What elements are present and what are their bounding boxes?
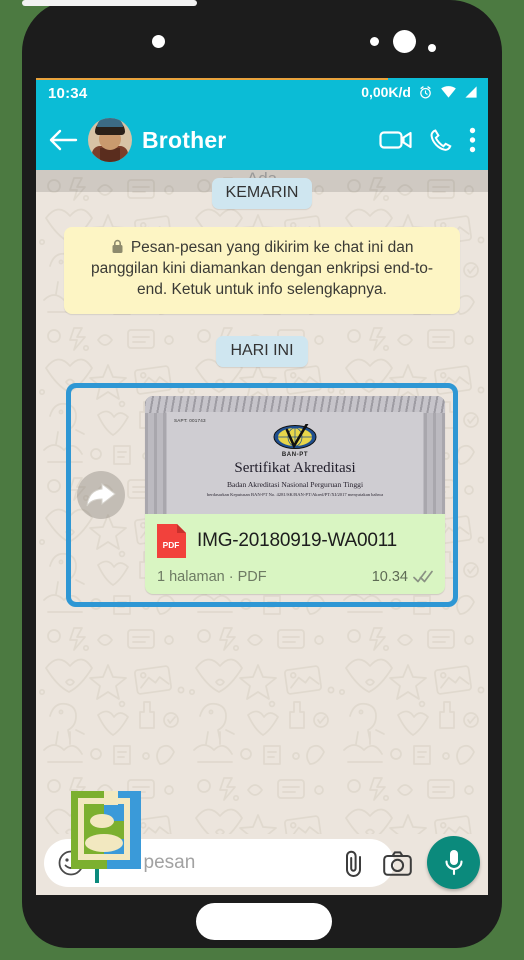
voice-call-icon[interactable] — [429, 128, 453, 153]
emoji-icon[interactable] — [58, 850, 84, 876]
attach-clip-icon[interactable] — [341, 849, 367, 877]
status-bar-icons: 0,00K/d — [361, 84, 478, 100]
ban-pt-logo-icon — [273, 423, 317, 449]
certificate-fine-print: berdasarkan Keputusan BAN-PT No. 4281/SK… — [206, 491, 384, 497]
encryption-notice[interactable]: Pesan-pesan yang dikirim ke chat ini dan… — [64, 227, 460, 314]
double-check-icon — [413, 570, 433, 583]
proximity-sensor-icon — [152, 35, 165, 48]
light-sensor-icon — [370, 37, 379, 46]
microphone-button[interactable] — [427, 836, 480, 889]
status-bar-time: 10:34 — [48, 85, 88, 102]
document-filename: IMG-20180919-WA0011 — [197, 529, 398, 551]
wifi-icon — [441, 86, 456, 98]
forward-arrow-icon[interactable] — [77, 470, 125, 519]
message-input-pill[interactable] — [44, 839, 412, 887]
date-divider-yesterday: KEMARIN — [36, 174, 488, 209]
home-button[interactable] — [196, 903, 332, 940]
date-chip-label: KEMARIN — [211, 178, 313, 209]
certificate-subtitle: Badan Akreditasi Nasional Perguruan Ting… — [226, 479, 364, 489]
document-meta-info: 1 halaman · PDF — [157, 568, 267, 585]
certificate-serial: SAPT: 001743 — [174, 417, 206, 423]
camera-icon[interactable] — [383, 850, 412, 876]
earpiece-speaker — [22, 0, 197, 6]
alarm-icon — [420, 85, 431, 98]
chat-header: Brother — [36, 110, 488, 170]
video-call-icon[interactable] — [379, 128, 413, 152]
pdf-file-icon: PDF — [157, 523, 186, 558]
document-preview-thumbnail[interactable]: SAPT: 001743 BAN-PT Sertifikat Akreditas… — [145, 395, 445, 514]
signal-icon — [465, 86, 477, 98]
certificate-title: Sertifikat Akreditasi — [234, 459, 356, 476]
date-divider-today: HARI INI — [36, 335, 488, 367]
encryption-notice-text: Pesan-pesan yang dikirim ke chat ini dan… — [90, 239, 434, 298]
message-input[interactable] — [84, 852, 341, 874]
chat-message-list[interactable]: Ada KEMARIN Pesan-pesan yang dikirim ke … — [36, 170, 488, 834]
back-arrow-icon[interactable] — [48, 128, 78, 152]
date-chip-label: HARI INI — [216, 335, 308, 367]
message-status: 10.34 — [372, 569, 433, 585]
phone-screen: 10:34 0,00K/d Brother KEMARIN Pesan-pesa… — [36, 78, 488, 895]
document-message[interactable]: SAPT: 001743 BAN-PT Sertifikat Akreditas… — [36, 382, 488, 607]
document-bubble[interactable]: SAPT: 001743 BAN-PT Sertifikat Akreditas… — [145, 395, 445, 594]
message-selection-highlight[interactable]: SAPT: 001743 BAN-PT Sertifikat Akreditas… — [66, 382, 458, 607]
sensor-dot-icon — [428, 44, 436, 52]
microphone-icon — [444, 849, 463, 875]
document-filename-row[interactable]: PDF IMG-20180919-WA0011 — [145, 514, 445, 569]
overflow-menu-icon[interactable] — [469, 127, 476, 153]
status-bar: 10:34 0,00K/d — [36, 78, 488, 110]
certificate-org: BAN-PT — [281, 451, 309, 458]
phone-frame: 10:34 0,00K/d Brother KEMARIN Pesan-pesa… — [22, 0, 502, 948]
svg-text:PDF: PDF — [163, 540, 180, 550]
status-bar-accent — [388, 78, 488, 80]
lock-icon — [112, 239, 123, 253]
contact-name[interactable]: Brother — [142, 127, 369, 154]
document-meta-row: 1 halaman · PDF 10.34 — [145, 569, 445, 594]
message-input-bar — [36, 791, 488, 895]
avatar[interactable] — [88, 118, 132, 162]
message-time: 10.34 — [371, 568, 408, 585]
front-camera-icon — [393, 30, 416, 53]
status-bar-data-rate: 0,00K/d — [361, 84, 411, 100]
header-actions — [379, 127, 476, 153]
